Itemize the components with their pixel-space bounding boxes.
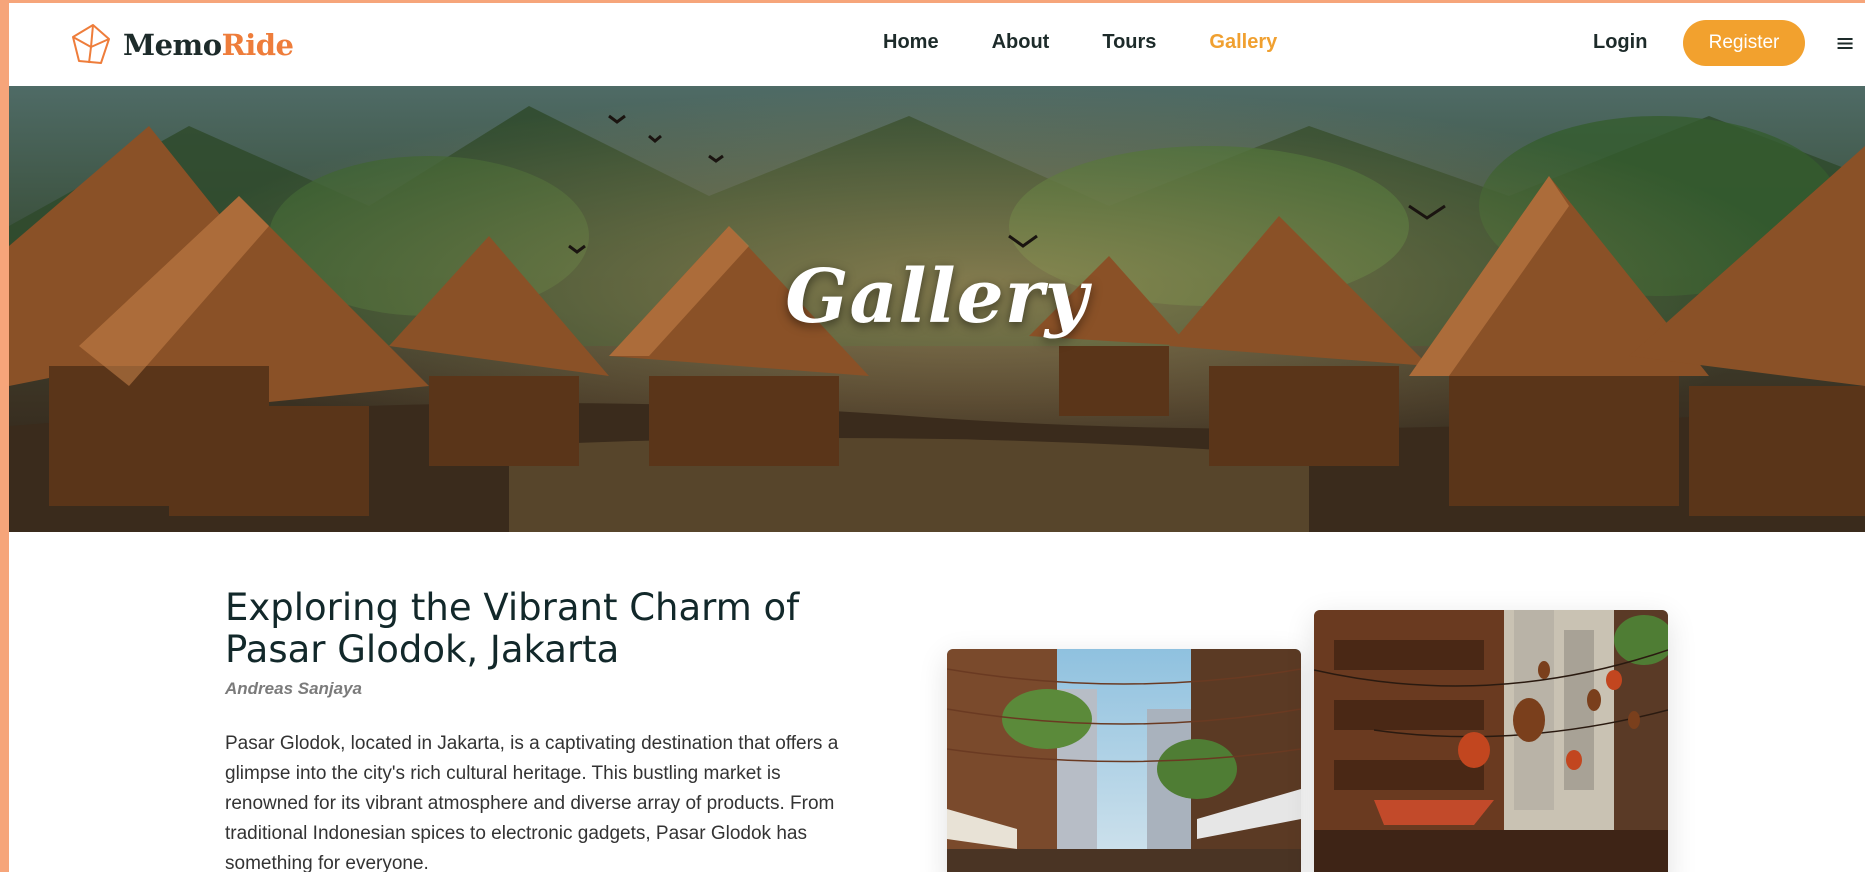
hero-title: Gallery [785,254,1089,340]
login-link[interactable]: Login [1593,31,1647,54]
article-author: Andreas Sanjaya [225,679,363,698]
nav-gallery[interactable]: Gallery [1209,31,1277,54]
nav-home[interactable]: Home [883,31,939,54]
main-nav: Home About Tours Gallery [883,31,1330,54]
brand-name-part2: Ride [221,28,294,62]
article: Exploring the Vibrant Charm of Pasar Glo… [225,587,865,872]
nav-tours[interactable]: Tours [1102,31,1156,54]
street-market-image [947,649,1301,872]
brand-name: MemoRide [123,28,294,62]
gallery-photo-lanterns[interactable] [1314,610,1668,872]
article-title: Exploring the Vibrant Charm of Pasar Glo… [225,586,800,671]
compass-cube-logo-icon [72,24,110,64]
hamburger-menu-icon[interactable]: ≡ [1835,29,1855,57]
gallery-photo-street[interactable] [947,649,1301,872]
hero-banner: Gallery [9,86,1865,532]
page-left-border [0,0,9,872]
article-body: Pasar Glodok, located in Jakarta, is a c… [225,733,839,872]
brand-name-part1: Memo [123,28,222,62]
brand-logo[interactable]: MemoRide [67,21,294,69]
register-button[interactable]: Register [1683,20,1805,66]
lantern-market-image [1314,610,1668,872]
nav-about[interactable]: About [992,31,1050,54]
navbar: MemoRide Home About Tours Gallery Login … [9,3,1865,86]
